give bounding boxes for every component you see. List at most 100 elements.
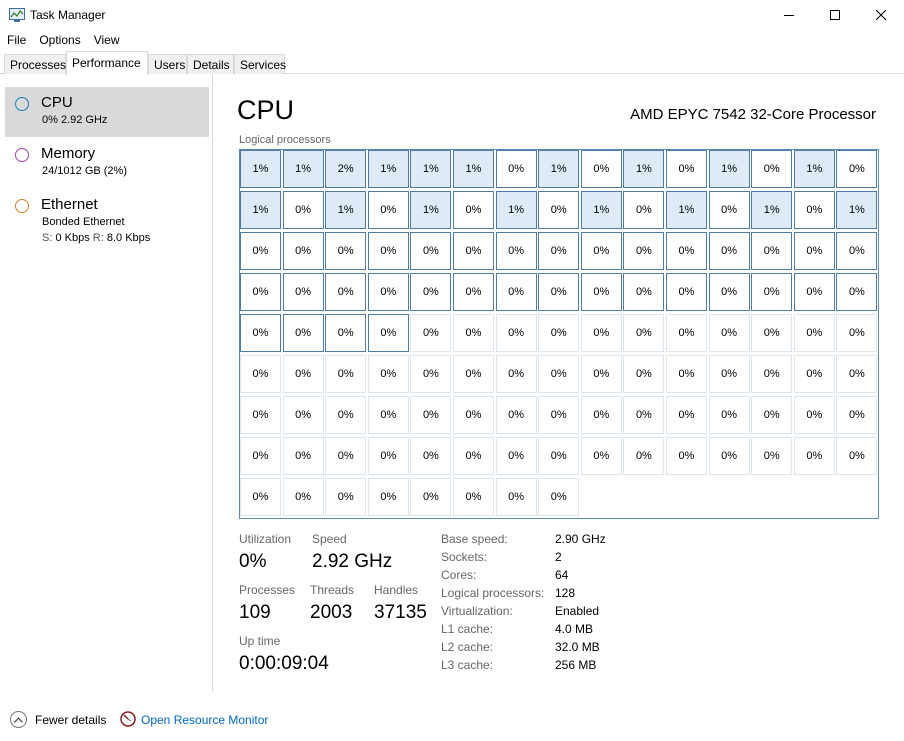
logical-processor-cell: 0% xyxy=(751,232,793,270)
logical-processor-cell: 0% xyxy=(751,314,793,352)
footer: Fewer details Open Resource Monitor xyxy=(0,700,904,741)
logical-processor-cell: 0% xyxy=(410,273,452,311)
l1-cache-label: L1 cache: xyxy=(441,622,494,636)
logical-processor-cell: 0% xyxy=(410,396,452,434)
fewer-details-button[interactable]: Fewer details xyxy=(35,713,106,727)
logical-processor-cell: 0% xyxy=(708,355,750,393)
logical-processor-cell: 0% xyxy=(793,191,835,229)
logical-processor-cell: 0% xyxy=(282,232,324,270)
logical-processor-cell: 1% xyxy=(666,191,707,229)
logical-processor-cell: 1% xyxy=(538,150,580,188)
sidebar-item-memory[interactable]: Memory 24/1012 GB (2%) xyxy=(5,139,209,187)
open-resource-monitor-link[interactable]: Open Resource Monitor xyxy=(141,713,268,727)
logical-processor-cell: 0% xyxy=(836,314,878,352)
logical-processor-cell: 0% xyxy=(623,355,665,393)
logical-processor-cell: 0% xyxy=(538,232,580,270)
send-value: 0 Kbps xyxy=(55,232,90,244)
maximize-button[interactable] xyxy=(812,0,858,30)
logical-processor-cell: 0% xyxy=(495,273,537,311)
title-bar: Task Manager xyxy=(0,0,904,30)
logical-processors-label: Logical processors xyxy=(239,134,331,146)
logical-processor-cell: 1% xyxy=(410,191,452,229)
handles-label: Handles xyxy=(374,583,419,597)
uptime-label: Up time xyxy=(239,634,281,648)
logical-processor-cell: 1% xyxy=(410,150,452,188)
logical-processor-cell: 0% xyxy=(325,478,367,516)
logical-processor-cell: 0% xyxy=(325,232,367,270)
logical-processor-cell: 0% xyxy=(836,232,878,270)
threads-label: Threads xyxy=(310,583,355,597)
fewer-details-icon[interactable] xyxy=(10,711,27,728)
logical-processor-cell: 0% xyxy=(666,314,707,352)
logical-processor-cell: 0% xyxy=(793,396,835,434)
logical-processor-cell: 0% xyxy=(410,232,452,270)
logical-processor-cell: 0% xyxy=(538,478,580,516)
processes-value: 109 xyxy=(239,602,271,623)
logical-processor-cell: 0% xyxy=(666,355,707,393)
logical-processor-cell: 1% xyxy=(240,191,281,229)
tab-details[interactable]: Details xyxy=(187,54,234,74)
l2-cache-label: L2 cache: xyxy=(441,640,494,654)
tab-users[interactable]: Users xyxy=(148,54,187,74)
l2-cache-value: 32.0 MB xyxy=(555,640,600,654)
logical-processor-cell: 0% xyxy=(836,396,878,434)
sidebar: CPU 0% 2.92 GHz Memory 24/1012 GB (2%) E… xyxy=(0,75,213,692)
l1-cache-value: 4.0 MB xyxy=(555,622,594,636)
logical-processor-cell: 1% xyxy=(282,150,324,188)
logical-processor-cell: 0% xyxy=(538,273,580,311)
logical-processor-cell: 0% xyxy=(623,191,665,229)
threads-value: 2003 xyxy=(310,602,353,623)
logical-processor-cell: 0% xyxy=(793,355,835,393)
tab-services[interactable]: Services xyxy=(234,54,286,74)
logical-processor-cell: 0% xyxy=(751,273,793,311)
logical-processor-cell: 0% xyxy=(836,437,878,475)
chevron-up-icon xyxy=(14,716,23,723)
menu-options[interactable]: Options xyxy=(32,30,86,50)
logical-processor-cell: 0% xyxy=(751,355,793,393)
uptime-value: 0:00:09:04 xyxy=(239,653,329,674)
speed-label: Speed xyxy=(312,532,347,546)
logical-processor-cell: 0% xyxy=(453,396,494,434)
logical-processor-cell: 0% xyxy=(453,273,494,311)
logical-processor-cell: 1% xyxy=(367,150,409,188)
logical-processor-cell: 0% xyxy=(495,232,537,270)
menu-view[interactable]: View xyxy=(87,30,126,50)
logical-processor-cell: 0% xyxy=(708,273,750,311)
menu-file[interactable]: File xyxy=(0,30,32,50)
virtualization-value: Enabled xyxy=(555,604,600,618)
logical-processor-cell: 0% xyxy=(453,232,494,270)
logical-processor-cell: 0% xyxy=(282,478,324,516)
logical-processor-cell: 0% xyxy=(495,150,537,188)
logical-processor-cell: 0% xyxy=(453,437,494,475)
logical-processor-cell: 0% xyxy=(580,273,622,311)
logical-processor-cell: 0% xyxy=(240,355,281,393)
sockets-label: Sockets: xyxy=(441,550,488,564)
logical-processor-grid[interactable]: 1% 1% 2% 1% 1% 1% 0% 1% 0% 1% 0% 1% 0% 1% 0% 1% 0% 1% 0% 1%… xyxy=(239,149,879,519)
logical-processor-cell: 1% xyxy=(495,191,537,229)
logical-processor-cell: 0% xyxy=(793,437,835,475)
logical-processor-cell: 0% xyxy=(708,396,750,434)
logical-processor-cell: 0% xyxy=(751,396,793,434)
tab-performance[interactable]: Performance xyxy=(66,51,148,75)
logical-processor-cell: 0% xyxy=(453,314,494,352)
cpu-graph-icon xyxy=(15,97,29,111)
logical-processor-cell: 0% xyxy=(538,191,580,229)
minimize-button[interactable] xyxy=(766,0,812,30)
logical-processor-cell: 0% xyxy=(367,314,409,352)
close-button[interactable] xyxy=(858,0,904,30)
sidebar-item-subtitle: 0% 2.92 GHz xyxy=(42,114,108,126)
logical-processor-cell: 0% xyxy=(495,396,537,434)
page-title: CPU xyxy=(237,95,295,125)
logical-processor-cell: 0% xyxy=(623,314,665,352)
logical-processor-cell: 1% xyxy=(836,191,878,229)
logical-processor-cell: 0% xyxy=(453,191,494,229)
logical-processor-cell: 0% xyxy=(282,191,324,229)
logical-processor-cell: 0% xyxy=(666,396,707,434)
ethernet-throughput: S: 0 Kbps R: 8.0 Kbps xyxy=(42,232,150,244)
logical-processor-cell: 1% xyxy=(453,150,494,188)
tab-processes[interactable]: Processes xyxy=(4,54,66,74)
logical-processor-cell: 0% xyxy=(240,478,281,516)
sidebar-item-ethernet[interactable]: Ethernet Bonded Ethernet S: 0 Kbps R: 8.… xyxy=(5,190,209,250)
logical-processor-cell: 0% xyxy=(538,355,580,393)
sidebar-item-cpu[interactable]: CPU 0% 2.92 GHz xyxy=(5,87,209,137)
